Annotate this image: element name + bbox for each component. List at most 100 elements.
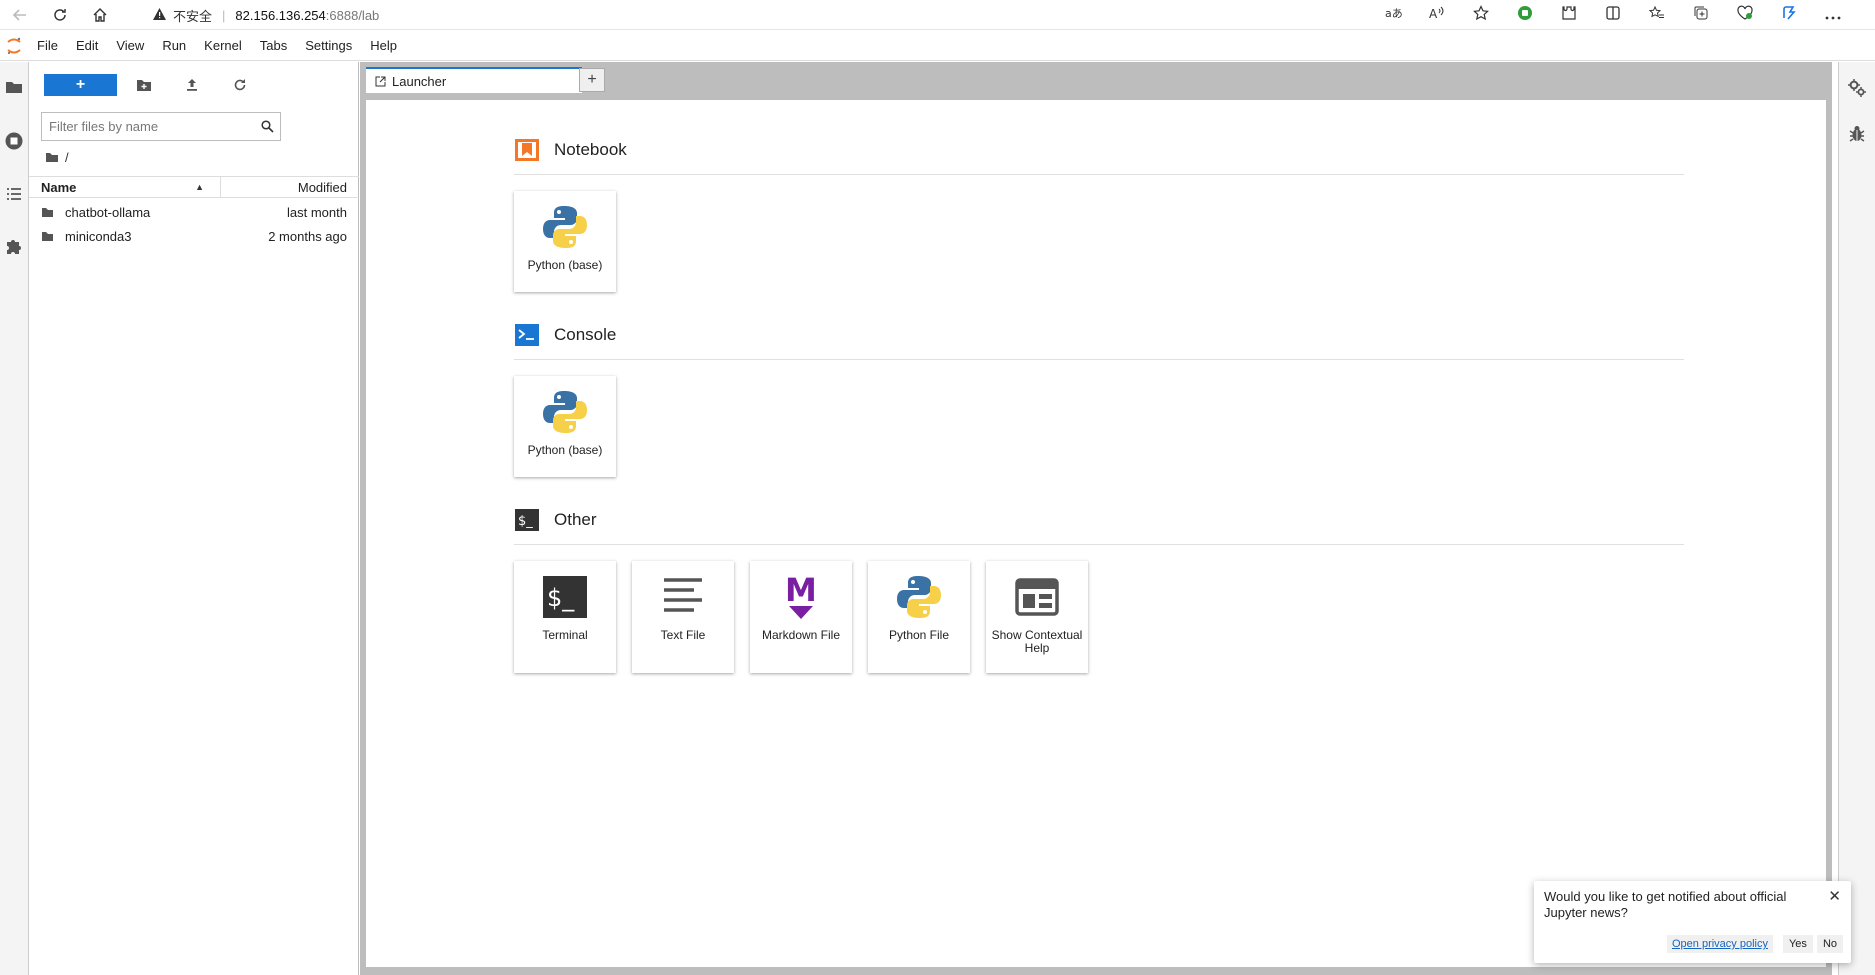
card-label: Python File — [888, 628, 950, 642]
launcher-section-console: Console Python (base) — [514, 321, 1684, 477]
debugger-bug-icon[interactable] — [1847, 124, 1867, 144]
card-label: Python (base) — [527, 258, 603, 272]
translate-icon[interactable]: aあ — [1371, 6, 1415, 24]
property-inspector-gears-icon[interactable] — [1847, 78, 1867, 98]
card-label: Show Contextual Help — [991, 628, 1083, 655]
file-row-miniconda3[interactable]: miniconda3 2 months ago — [29, 224, 359, 248]
python-icon — [542, 195, 588, 259]
refresh-files-icon[interactable] — [228, 74, 252, 96]
menu-help[interactable]: Help — [361, 31, 406, 61]
svg-text:$_: $_ — [547, 584, 575, 612]
favorite-star-icon[interactable] — [1459, 5, 1503, 25]
column-name-label: Name — [41, 179, 77, 195]
refresh-icon[interactable] — [40, 0, 80, 30]
no-button[interactable]: No — [1816, 935, 1843, 953]
new-folder-icon[interactable] — [132, 74, 156, 96]
section-title: Console — [554, 325, 617, 344]
browser-toolbar: 不安全 | 82.156.136.254:6888/lab aあ A — [0, 0, 1875, 30]
menu-tabs[interactable]: Tabs — [251, 31, 296, 61]
insecure-label[interactable]: 不安全 — [173, 6, 212, 25]
toast-message: Would you like to get notified about off… — [1544, 889, 1787, 920]
menu-edit[interactable]: Edit — [67, 31, 107, 61]
breadcrumb-home-folder-icon[interactable] — [45, 152, 59, 163]
launcher-card-console-python[interactable]: Python (base) — [514, 376, 616, 477]
folder-icon — [41, 207, 55, 218]
menu-run[interactable]: Run — [153, 31, 195, 61]
extension-manager-puzzle-icon[interactable] — [3, 235, 25, 257]
filter-files-field — [41, 112, 281, 141]
file-list-header: Name ▲ Modified — [29, 176, 359, 198]
file-name: miniconda3 — [65, 228, 132, 244]
url-host: 82.156.136.254 — [235, 8, 326, 23]
browser-essentials-icon[interactable] — [1723, 5, 1767, 25]
table-of-contents-icon[interactable] — [3, 183, 25, 205]
svg-text:aあ: aあ — [1385, 7, 1402, 20]
launcher-card-contextual-help[interactable]: Show Contextual Help — [986, 561, 1088, 673]
yes-button[interactable]: Yes — [1782, 935, 1813, 953]
file-row-chatbot-ollama[interactable]: chatbot-ollama last month — [29, 200, 359, 224]
tab-label: Launcher — [392, 73, 447, 89]
close-icon[interactable]: ✕ — [1828, 887, 1841, 905]
section-title: Other — [554, 510, 597, 529]
card-label: Terminal — [542, 628, 588, 642]
launcher-card-python-file[interactable]: Python File — [868, 561, 970, 673]
svg-text:M: M — [785, 573, 817, 609]
breadcrumb: / — [45, 148, 69, 166]
favorites-icon[interactable] — [1635, 5, 1679, 25]
launcher-section-notebook: Notebook Python (base) — [514, 136, 1684, 292]
launcher-card-notebook-python[interactable]: Python (base) — [514, 191, 616, 292]
extensions-icon[interactable] — [1547, 5, 1591, 25]
menu-file[interactable]: File — [28, 31, 67, 61]
home-icon[interactable] — [80, 0, 120, 30]
terminal-icon: $_ — [542, 565, 588, 629]
new-launcher-button[interactable]: + — [44, 74, 117, 96]
menu-kernel[interactable]: Kernel — [195, 31, 251, 61]
other-section-icon: $_ — [514, 508, 540, 532]
section-divider — [514, 174, 1684, 175]
filter-files-input[interactable] — [42, 114, 254, 139]
file-name: chatbot-ollama — [65, 204, 151, 220]
read-aloud-icon[interactable]: A — [1415, 6, 1459, 24]
news-notification-toast: Would you like to get notified about off… — [1534, 881, 1851, 963]
running-sessions-icon[interactable] — [3, 130, 25, 152]
sort-ascending-icon: ▲ — [195, 182, 204, 192]
upload-icon[interactable] — [180, 74, 204, 96]
breadcrumb-root[interactable]: / — [65, 150, 69, 165]
add-tab-button[interactable]: + — [579, 68, 605, 92]
url-path: :6888/lab — [325, 8, 380, 23]
split-screen-icon[interactable] — [1591, 5, 1635, 25]
address-separator: | — [222, 8, 226, 23]
address-bar[interactable]: 不安全 | 82.156.136.254:6888/lab — [140, 3, 1380, 28]
launcher-card-text-file[interactable]: Text File — [632, 561, 734, 673]
left-activity-bar — [0, 62, 29, 975]
column-header-name[interactable]: Name ▲ — [29, 177, 221, 197]
extension-green-icon[interactable] — [1503, 5, 1547, 25]
launcher-card-terminal[interactable]: $_ Terminal — [514, 561, 616, 673]
notebook-section-icon — [514, 138, 540, 162]
collections-icon[interactable] — [1679, 5, 1723, 25]
card-label: Text File — [660, 628, 706, 642]
column-header-modified[interactable]: Modified — [221, 177, 359, 197]
contextual-help-icon — [1015, 565, 1059, 629]
file-modified: 2 months ago — [268, 228, 347, 244]
svg-text:A: A — [1429, 7, 1438, 20]
menu-view[interactable]: View — [107, 31, 153, 61]
text-file-icon — [662, 565, 704, 629]
section-divider — [514, 544, 1684, 545]
more-menu-icon[interactable] — [1811, 7, 1855, 24]
file-browser-folder-icon[interactable] — [3, 76, 25, 98]
launcher-card-markdown-file[interactable]: M Markdown File — [750, 561, 852, 673]
warning-icon[interactable] — [152, 7, 167, 24]
open-privacy-policy-link[interactable]: Open privacy policy — [1666, 935, 1773, 953]
file-browser-toolbar: + — [29, 74, 359, 98]
launcher-tab-icon — [375, 76, 386, 87]
menu-settings[interactable]: Settings — [296, 31, 361, 61]
tab-launcher[interactable]: Launcher — [366, 67, 582, 93]
folder-icon — [41, 231, 55, 242]
copilot-icon[interactable] — [1767, 5, 1811, 25]
back-icon[interactable] — [0, 0, 40, 30]
python-icon — [896, 565, 942, 629]
main-dock-area: Launcher + Notebook Python (base) Consol… — [360, 62, 1832, 975]
launcher-section-other: $_ Other $_ Terminal Text File M Markdow… — [514, 506, 1684, 673]
browser-tools: aあ A — [1371, 0, 1855, 30]
